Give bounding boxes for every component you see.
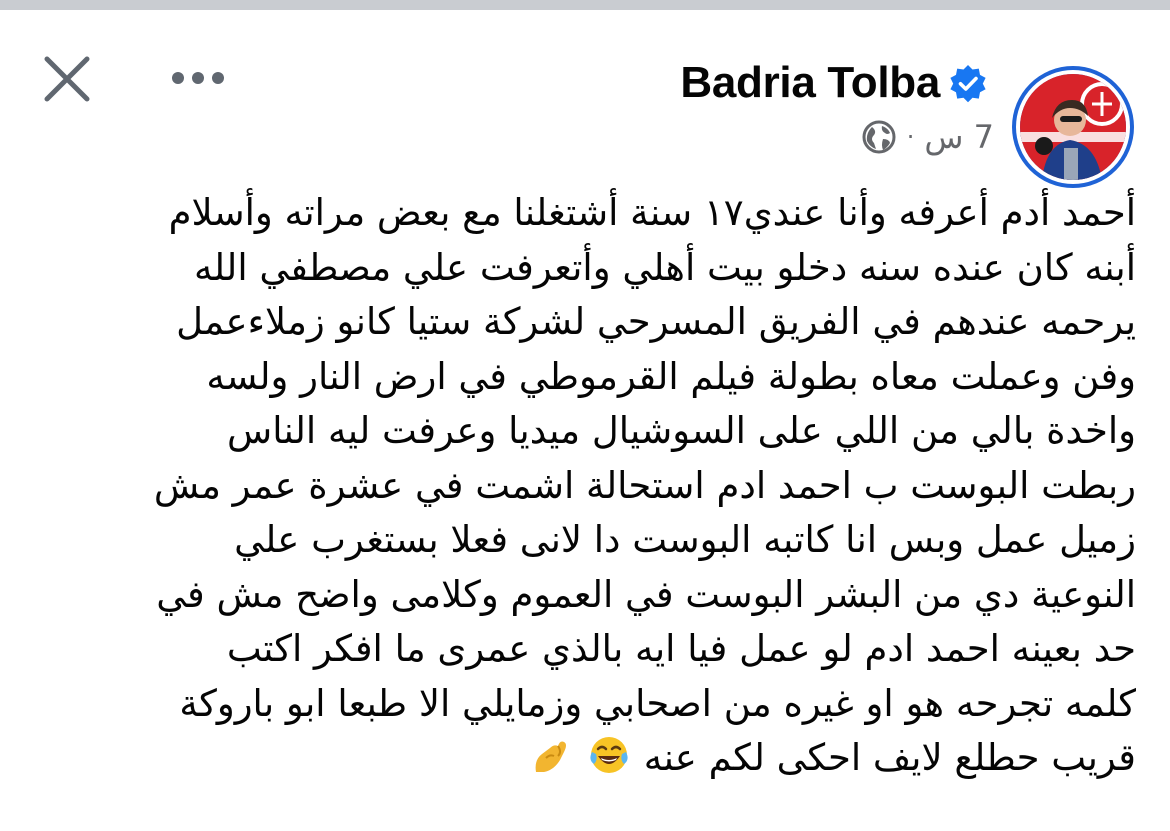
post-line: ربطت البوست ب احمد ادم استحالة اشمت في ع… [153, 463, 1136, 507]
top-divider-strip [0, 0, 1170, 10]
post-line-last: قريب حطلع لايف احكى لكم عنه [40, 731, 1136, 792]
laughing-tears-emoji-icon [588, 734, 630, 792]
post-line: النوعية دي من البشر البوست في العموم وكل… [156, 572, 1136, 616]
post-line: حد بعينه احمد ادم لو عمل فيا ايه بالذي ع… [226, 627, 1136, 670]
post-line: كلمه تجرحه هو او غيره من اصحابي وزمايلي … [179, 681, 1136, 725]
meta-separator: · [906, 123, 915, 151]
more-options-button[interactable] [168, 56, 228, 100]
post-line: زميل عمل وبس انا كاتبه البوست دا لانى فع… [234, 518, 1136, 561]
post-author[interactable]: Badria Tolba [680, 58, 988, 108]
verified-badge-icon [950, 65, 986, 103]
post-time[interactable]: 7 س [924, 118, 994, 156]
post-line: واخدة بالي من اللي على السوشيال ميديا وع… [227, 409, 1136, 452]
post-body: أحمد أدم أعرفه وأنا عندي١٧ سنة أشتغلنا م… [40, 186, 1136, 792]
post-line: أبنه كان عنده سنه دخلو بيت أهلي وأتعرفت … [193, 245, 1136, 289]
close-icon [44, 56, 90, 102]
post-meta: · 7 س [861, 112, 994, 162]
avatar-image [1016, 70, 1130, 184]
pinching-hand-emoji-icon [530, 734, 572, 792]
author-name[interactable]: Badria Tolba [680, 58, 940, 108]
more-dots-icon [172, 72, 224, 84]
author-avatar[interactable] [1012, 66, 1134, 188]
close-button[interactable] [40, 52, 94, 106]
post-line: يرحمه عندهم في الفريق المسرحي لشركة ستيا… [176, 300, 1136, 343]
post-line-text: قريب حطلع لايف احكى لكم عنه [643, 736, 1136, 779]
post-line: وفن وعملت معاه بطولة فيلم القرموطي في ار… [206, 354, 1136, 398]
globe-icon[interactable] [861, 119, 897, 155]
post-line: أحمد أدم أعرفه وأنا عندي١٧ سنة أشتغلنا م… [168, 191, 1136, 234]
